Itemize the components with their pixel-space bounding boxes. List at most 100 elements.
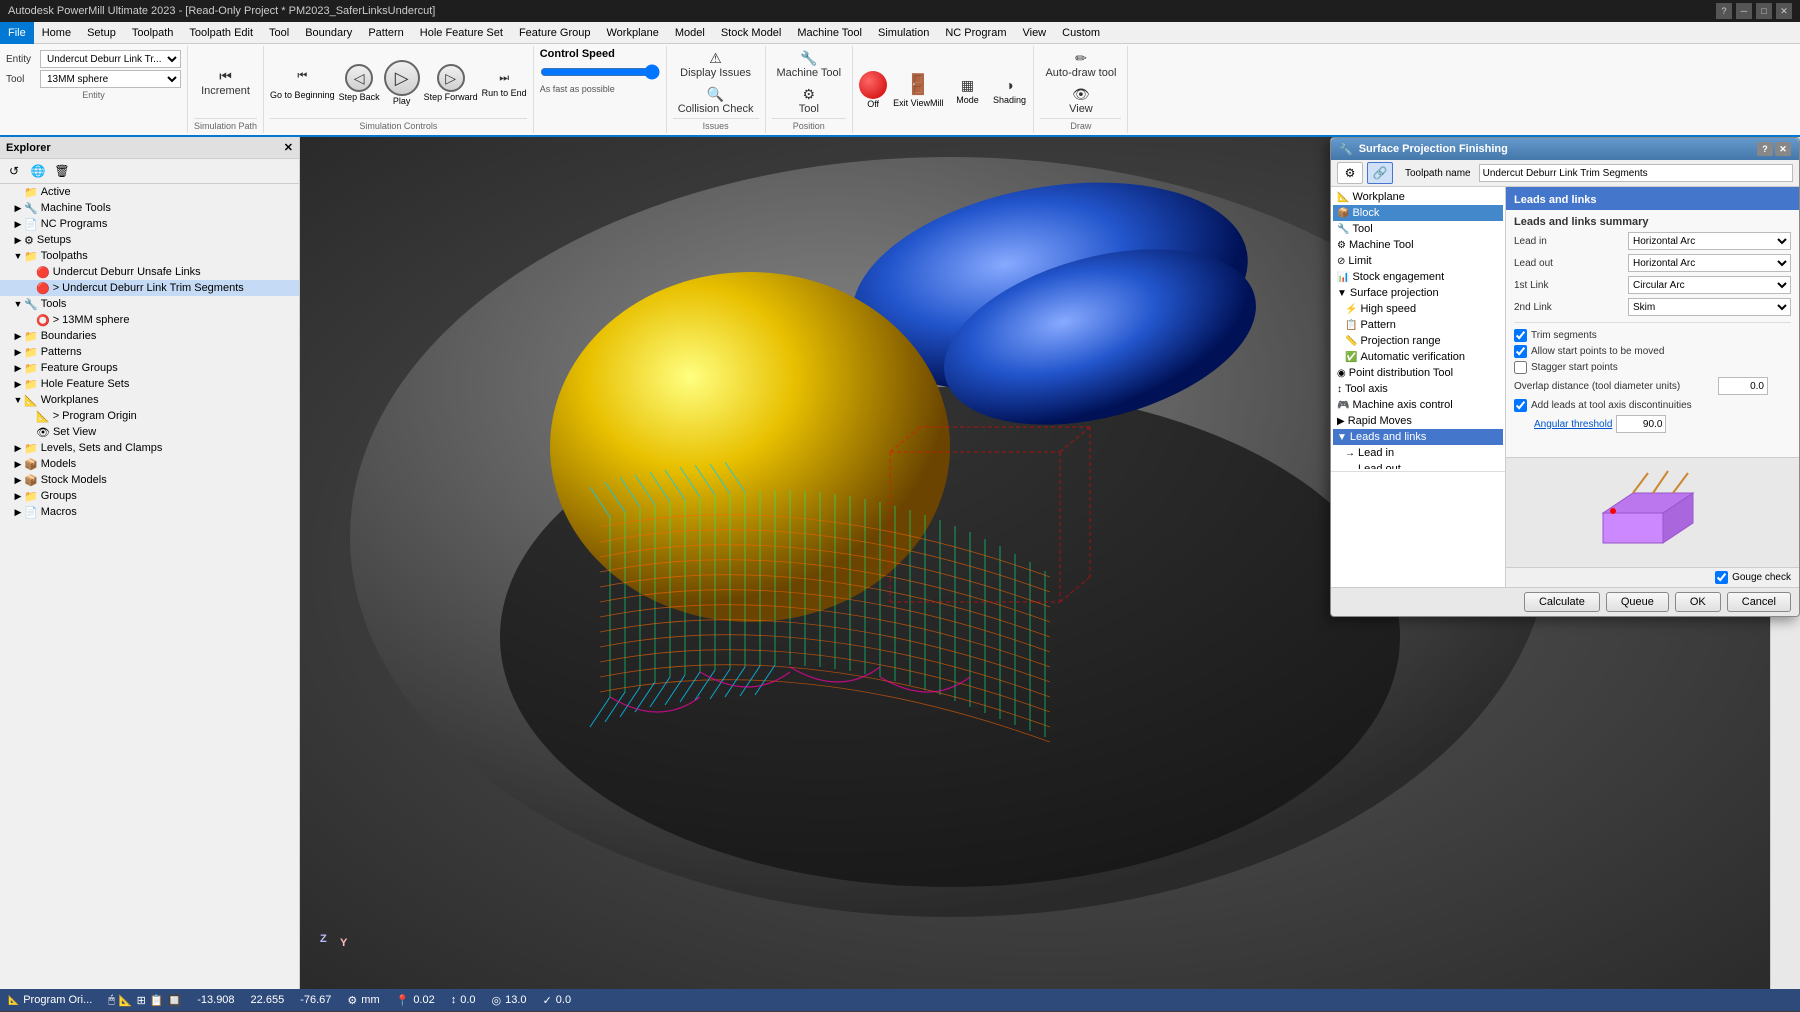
tree-item-program-origin[interactable]: 📐 > Program Origin	[0, 408, 299, 424]
angular-threshold-link[interactable]: Angular threshold	[1534, 419, 1612, 430]
dt-tool[interactable]: 🔧 Tool	[1333, 221, 1503, 237]
dt-automatic-verification[interactable]: ✅ Automatic verification	[1333, 349, 1503, 365]
tree-item-13mm-sphere[interactable]: ⭕ > 13MM sphere	[0, 312, 299, 328]
dt-rapid-moves[interactable]: ▶ Rapid Moves	[1333, 413, 1503, 429]
dt-projection-range[interactable]: 📏 Projection range	[1333, 333, 1503, 349]
menu-file[interactable]: File	[0, 22, 34, 44]
menu-model[interactable]: Model	[667, 22, 713, 44]
menu-nc-program[interactable]: NC Program	[937, 22, 1014, 44]
dt-point-distribution[interactable]: ◉ Point distribution Tool	[1333, 365, 1503, 381]
menu-setup[interactable]: Setup	[79, 22, 124, 44]
menu-custom[interactable]: Custom	[1054, 22, 1108, 44]
tree-item-active[interactable]: 📁 Active	[0, 184, 299, 200]
tree-item-tools[interactable]: ▼ 🔧 Tools	[0, 296, 299, 312]
overlap-distance-input[interactable]	[1718, 377, 1768, 395]
lead-in-select[interactable]: Horizontal Arc	[1628, 232, 1791, 250]
viewport[interactable]: Z Y 🔧 Surface Projection Finishing ? ✕ ⚙…	[300, 137, 1800, 989]
allow-start-points-checkbox[interactable]	[1514, 345, 1527, 358]
add-leads-checkbox[interactable]	[1514, 399, 1527, 412]
calculate-btn[interactable]: Calculate	[1524, 592, 1600, 612]
explorer-close-btn[interactable]: ✕	[284, 141, 293, 154]
menu-feature-group[interactable]: Feature Group	[511, 22, 599, 44]
dialog-icon-general[interactable]: ⚙	[1337, 162, 1363, 184]
explorer-refresh-btn[interactable]: ↺	[4, 161, 24, 181]
dialog-help-btn[interactable]: ?	[1757, 142, 1773, 156]
menu-tool[interactable]: Tool	[261, 22, 297, 44]
dt-machine-axis-control[interactable]: 🎮 Machine axis control	[1333, 397, 1503, 413]
go-to-beginning-btn[interactable]: ⏮	[284, 67, 320, 86]
dt-stock-engagement[interactable]: 📊 Stock engagement	[1333, 269, 1503, 285]
step-back-btn[interactable]: ◁	[345, 64, 373, 92]
explorer-delete-btn[interactable]: 🗑	[52, 161, 72, 181]
dt-lead-in[interactable]: → Lead in	[1333, 445, 1503, 461]
entity-dropdown[interactable]: Undercut Deburr Link Tr...	[40, 50, 181, 68]
dt-high-speed[interactable]: ⚡ High speed	[1333, 301, 1503, 317]
ok-btn[interactable]: OK	[1675, 592, 1721, 612]
tree-item-models[interactable]: ▶ 📦 Models	[0, 456, 299, 472]
tree-item-stock-models[interactable]: ▶ 📦 Stock Models	[0, 472, 299, 488]
menu-toolpath[interactable]: Toolpath	[124, 22, 182, 44]
tree-item-macros[interactable]: ▶ 📄 Macros	[0, 504, 299, 520]
tree-item-nc-programs[interactable]: ▶ 📄 NC Programs	[0, 216, 299, 232]
tree-item-boundaries[interactable]: ▶ 📁 Boundaries	[0, 328, 299, 344]
menu-boundary[interactable]: Boundary	[297, 22, 360, 44]
dt-leads-and-links[interactable]: ▼ Leads and links	[1333, 429, 1503, 445]
machine-tool-btn[interactable]: 🔧 Machine Tool	[772, 48, 847, 82]
menu-home[interactable]: Home	[34, 22, 79, 44]
workspace-item[interactable]: 📐 Program Ori...	[8, 994, 92, 1006]
tree-item-feature-groups[interactable]: ▶ 📁 Feature Groups	[0, 360, 299, 376]
dt-surface-projection[interactable]: ▼ Surface projection	[1333, 285, 1503, 301]
trim-segments-checkbox[interactable]	[1514, 329, 1527, 342]
speed-slider[interactable]	[540, 64, 660, 80]
menu-view[interactable]: View	[1014, 22, 1054, 44]
menu-toolpath-edit[interactable]: Toolpath Edit	[181, 22, 261, 44]
view-btn[interactable]: 👁 View	[1063, 84, 1099, 118]
increment-btn[interactable]: ⏮ Increment	[196, 66, 255, 100]
exit-viewmill-btn[interactable]: 🚪	[900, 72, 936, 98]
dt-limit[interactable]: ⊘ Limit	[1333, 253, 1503, 269]
dt-tool-axis[interactable]: ↕ Tool axis	[1333, 381, 1503, 397]
minimize-btn[interactable]: ─	[1736, 3, 1752, 19]
cancel-btn[interactable]: Cancel	[1727, 592, 1791, 612]
menu-pattern[interactable]: Pattern	[360, 22, 411, 44]
tree-item-levels-sets[interactable]: ▶ 📁 Levels, Sets and Clamps	[0, 440, 299, 456]
help-btn[interactable]: ?	[1716, 3, 1732, 19]
dialog-close-btn[interactable]: ✕	[1775, 142, 1791, 156]
collision-check-btn[interactable]: 🔍 Collision Check	[673, 84, 759, 118]
stagger-start-points-checkbox[interactable]	[1514, 361, 1527, 374]
tree-item-trim-segments[interactable]: 🔴 > Undercut Deburr Link Trim Segments	[0, 280, 299, 296]
dialog-icon-toolpath[interactable]: 🔗	[1367, 162, 1393, 184]
menu-workplane[interactable]: Workplane	[598, 22, 666, 44]
second-link-select[interactable]: Skim	[1628, 298, 1791, 316]
shading-btn[interactable]: ◑	[991, 75, 1027, 95]
tool-btn[interactable]: ⚙ Tool	[791, 84, 827, 118]
tool-dropdown[interactable]: 13MM sphere	[40, 70, 181, 88]
menu-machine-tool[interactable]: Machine Tool	[789, 22, 870, 44]
menu-stock-model[interactable]: Stock Model	[713, 22, 790, 44]
dt-workplane[interactable]: 📐 Workplane	[1333, 189, 1503, 205]
tree-item-setups[interactable]: ▶ ⚙ Setups	[0, 232, 299, 248]
gouge-check-checkbox[interactable]	[1715, 571, 1728, 584]
auto-draw-tool-btn[interactable]: ✏ Auto-draw tool	[1040, 48, 1121, 82]
dt-block[interactable]: 📦 Block	[1333, 205, 1503, 221]
tree-item-hole-feature-sets[interactable]: ▶ 📁 Hole Feature Sets	[0, 376, 299, 392]
tree-item-unsafe-links[interactable]: 🔴 Undercut Deburr Unsafe Links	[0, 264, 299, 280]
display-issues-btn[interactable]: ⚠ Display Issues	[675, 48, 756, 82]
menu-hole-feature-set[interactable]: Hole Feature Set	[412, 22, 511, 44]
queue-btn[interactable]: Queue	[1606, 592, 1669, 612]
toolpath-name-input[interactable]: Undercut Deburr Link Trim Segments	[1479, 164, 1793, 182]
dt-lead-out[interactable]: → Lead out	[1333, 461, 1503, 469]
first-link-select[interactable]: Circular Arc	[1628, 276, 1791, 294]
run-to-end-btn[interactable]: ⏭	[486, 69, 522, 88]
mode-btn[interactable]: ▦	[949, 75, 985, 95]
tree-item-set-view[interactable]: 👁 Set View	[0, 424, 299, 440]
tree-item-machine-tools[interactable]: ▶ 🔧 Machine Tools	[0, 200, 299, 216]
play-btn[interactable]: ▷	[384, 60, 420, 96]
tree-item-groups[interactable]: ▶ 📁 Groups	[0, 488, 299, 504]
maximize-btn[interactable]: □	[1756, 3, 1772, 19]
dt-pattern[interactable]: 📋 Pattern	[1333, 317, 1503, 333]
lead-out-select[interactable]: Horizontal Arc	[1628, 254, 1791, 272]
tree-item-workplanes[interactable]: ▼ 📐 Workplanes	[0, 392, 299, 408]
dt-machine-tool[interactable]: ⚙ Machine Tool	[1333, 237, 1503, 253]
angular-threshold-input[interactable]	[1616, 415, 1666, 433]
